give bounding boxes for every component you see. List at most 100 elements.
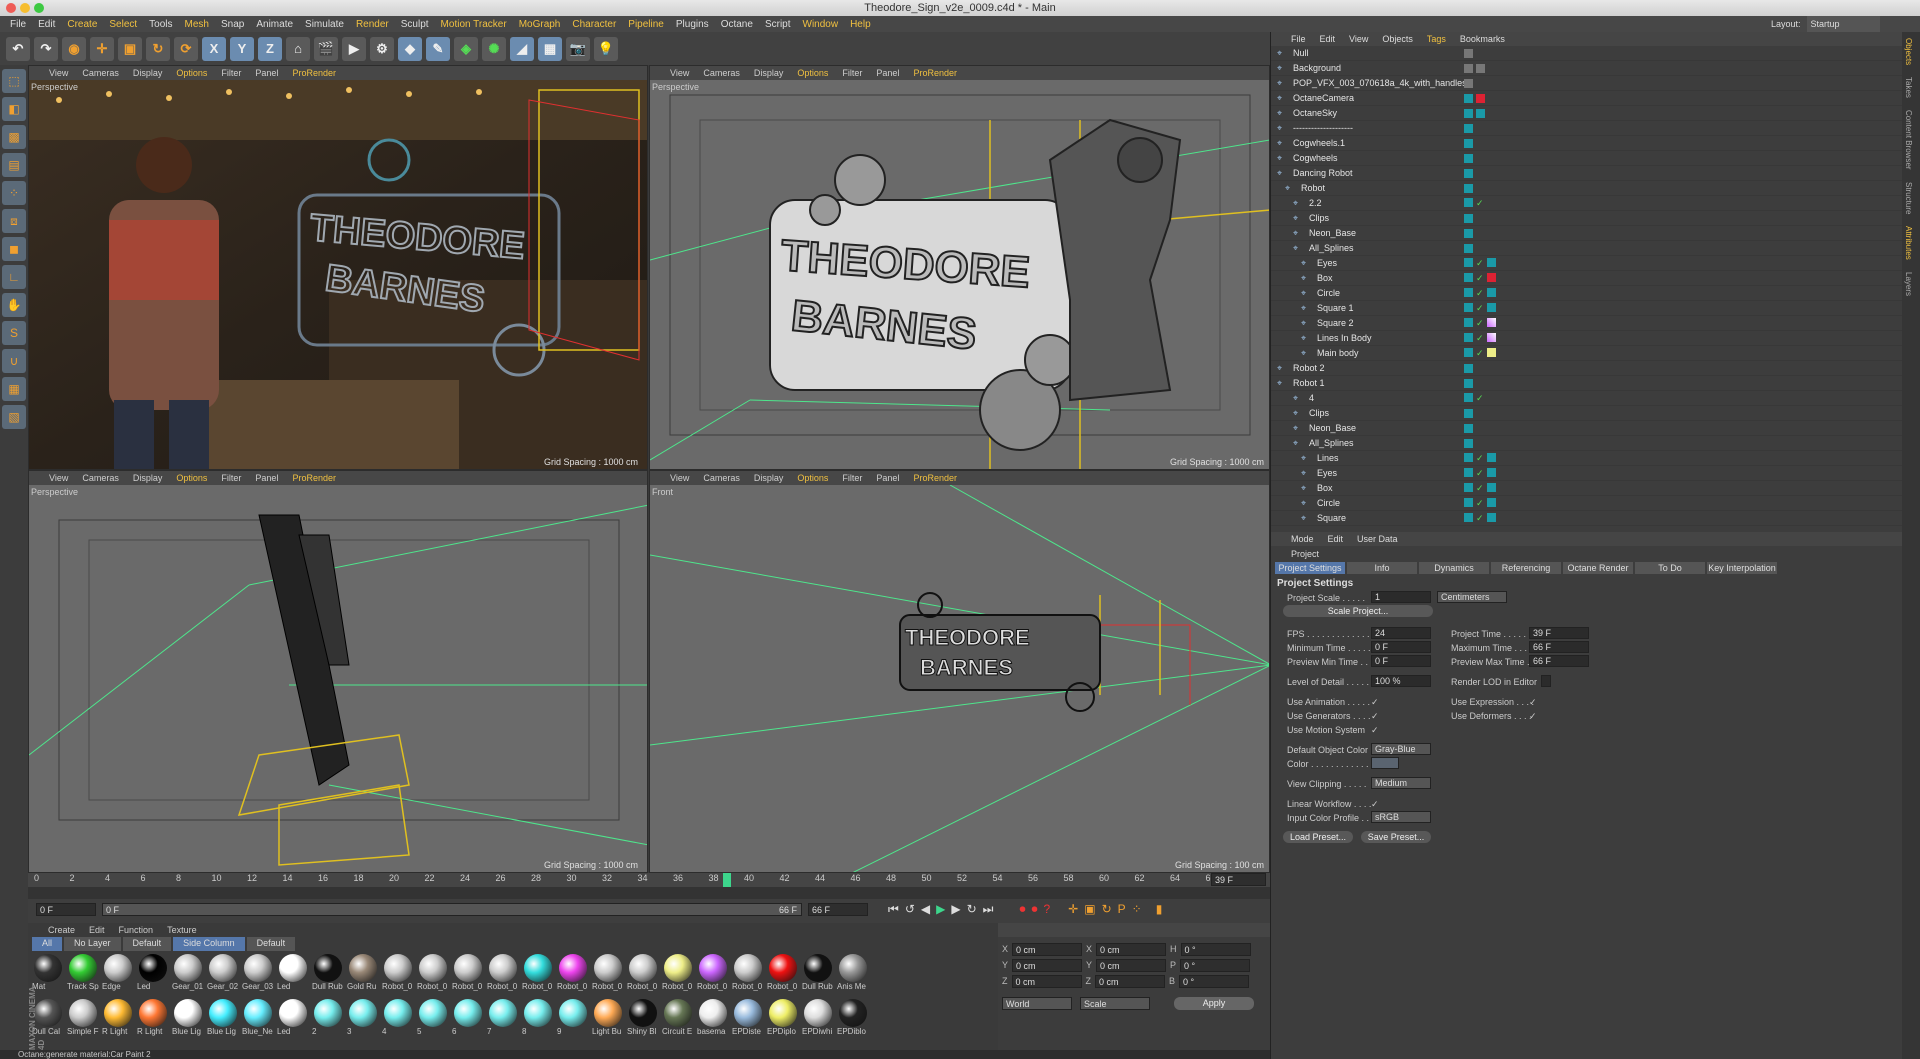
material-swatch[interactable]: Robot_0 <box>732 954 764 996</box>
object-menu-bookmarks[interactable]: Bookmarks <box>1460 34 1505 44</box>
check-icon[interactable]: ✓ <box>1476 258 1484 269</box>
object-row[interactable]: ⌖ Eyes ✓ <box>1271 466 1902 481</box>
viewport-bottom-right[interactable]: View Cameras Display Options Filter Panel ProR… <box>649 470 1270 873</box>
object-row[interactable]: ⌖ -------------------- <box>1271 121 1902 136</box>
key-scale-icon[interactable]: ▣ <box>1084 902 1095 917</box>
object-name[interactable]: All_Splines <box>1309 438 1354 448</box>
menu-plugins[interactable]: Plugins <box>670 19 715 30</box>
menu-character[interactable]: Character <box>566 19 622 30</box>
menu-mesh[interactable]: Mesh <box>179 19 215 30</box>
object-name[interactable]: Robot 2 <box>1293 363 1325 373</box>
object-row[interactable]: ⌖ Square ✓ <box>1271 511 1902 526</box>
object-name[interactable]: -------------------- <box>1293 123 1353 133</box>
prev-key-icon[interactable]: ↺ <box>905 902 915 917</box>
material-swatch[interactable]: Robot_0 <box>767 954 799 996</box>
viewport-menu-prorender[interactable]: ProRender <box>292 473 336 483</box>
coord-input[interactable]: 0 cm <box>1096 958 1167 972</box>
viewport-menu-display[interactable]: Display <box>133 473 163 483</box>
check-icon[interactable]: ✓ <box>1476 198 1484 209</box>
visibility-tag[interactable] <box>1464 408 1473 418</box>
check-icon[interactable]: ✓ <box>1476 288 1484 299</box>
apply-button[interactable]: Apply <box>1174 997 1254 1010</box>
coord-input[interactable]: 0 cm <box>1012 942 1083 956</box>
visibility-tag[interactable] <box>1486 302 1496 312</box>
material-tab[interactable]: Default <box>246 937 296 951</box>
material-menu-texture[interactable]: Texture <box>167 925 197 935</box>
floor-icon[interactable]: ▦ <box>538 36 562 61</box>
object-name[interactable]: Neon_Base <box>1309 228 1356 238</box>
visibility-tag[interactable] <box>1464 243 1473 253</box>
minimize-window-button[interactable] <box>20 3 30 13</box>
object-row[interactable]: ⌖ Background <box>1271 61 1902 76</box>
visibility-tag[interactable] <box>1464 332 1473 342</box>
visibility-tag[interactable] <box>1464 93 1473 103</box>
material-swatch[interactable]: Gear_03 <box>242 954 274 996</box>
material-menu-edit[interactable]: Edit <box>89 925 105 935</box>
viewport-menu-view[interactable]: View <box>670 473 689 483</box>
coord-input[interactable]: 0 cm <box>1012 958 1083 972</box>
go-to-start-icon[interactable]: ⏮ <box>888 902 899 917</box>
material-swatch[interactable]: Robot_0 <box>382 954 414 996</box>
visibility-tag[interactable] <box>1486 482 1496 492</box>
coord-mode-select[interactable]: Scale <box>1080 997 1150 1010</box>
visibility-tag[interactable] <box>1464 378 1473 388</box>
undo-button[interactable]: ↶ <box>6 36 30 61</box>
viewport-menu-filter[interactable]: Filter <box>842 473 862 483</box>
viewport-menu-panel[interactable]: Panel <box>876 473 899 483</box>
menu-tools[interactable]: Tools <box>143 19 178 30</box>
camera-tag-icon[interactable] <box>1486 272 1496 282</box>
close-window-button[interactable] <box>6 3 16 13</box>
lod-input[interactable]: 100 % <box>1371 675 1431 687</box>
menu-render[interactable]: Render <box>350 19 395 30</box>
object-name[interactable]: Square 1 <box>1317 303 1354 313</box>
visibility-tag[interactable] <box>1464 423 1473 433</box>
object-row[interactable]: ⌖ Box ✓ <box>1271 271 1902 286</box>
sky-tag-icon[interactable] <box>1476 108 1485 118</box>
material-swatch[interactable]: Blue Lig <box>172 999 204 1041</box>
use-motion-checkbox[interactable]: ✓ <box>1371 725 1379 736</box>
preview-range-slider[interactable]: 0 F 66 F <box>102 902 802 916</box>
viewport-menu-prorender[interactable]: ProRender <box>913 68 957 78</box>
check-icon[interactable]: ✓ <box>1476 273 1484 284</box>
viewport-menu-filter[interactable]: Filter <box>221 68 241 78</box>
linear-workflow-checkbox[interactable]: ✓ <box>1371 799 1379 810</box>
object-name[interactable]: Box <box>1317 483 1333 493</box>
visibility-tag[interactable] <box>1464 183 1473 193</box>
visibility-tag[interactable] <box>1464 287 1473 297</box>
redo-button[interactable]: ↷ <box>34 36 58 61</box>
object-row[interactable]: ⌖ OctaneCamera <box>1271 91 1902 106</box>
use-animation-checkbox[interactable]: ✓ <box>1371 697 1379 708</box>
side-tab-content-browser[interactable]: Content Browser <box>1902 104 1915 176</box>
object-row[interactable]: ⌖ Clips <box>1271 211 1902 226</box>
attribute-tab[interactable]: Info <box>1347 562 1417 574</box>
visibility-tag[interactable] <box>1464 257 1473 267</box>
viewport-menu-prorender[interactable]: ProRender <box>292 68 336 78</box>
grid-icon[interactable]: ▦ <box>2 377 26 401</box>
viewport-top-right[interactable]: View Cameras Display Options Filter Panel ProR… <box>649 65 1270 470</box>
attribute-tab[interactable]: Octane Render <box>1563 562 1633 574</box>
viewport-camera-name[interactable]: Front <box>652 487 673 497</box>
viewport-menu-options[interactable]: Options <box>176 68 207 78</box>
object-row[interactable]: ⌖ 2.2 ✓ <box>1271 196 1902 211</box>
axis-mode-icon[interactable]: ∟ <box>2 265 26 289</box>
timeline-ruler[interactable]: 0 2 4 6 8 10 12 14 16 18 20 22 24 26 28 30 32 34 36 38 40 42 4… <box>28 873 1270 887</box>
object-row[interactable]: ⌖ Robot 2 <box>1271 361 1902 376</box>
visibility-tag[interactable] <box>1486 512 1496 522</box>
side-tab-structure[interactable]: Structure <box>1902 176 1915 220</box>
input-profile-select[interactable]: sRGB <box>1371 811 1431 823</box>
material-swatch[interactable]: Blue_Ne <box>242 999 274 1041</box>
viewport-canvas[interactable]: THEODORE BARNES Grid Spacing : 100 cm <box>650 485 1270 873</box>
material-swatch[interactable]: Robot_0 <box>452 954 484 996</box>
subdivision-icon[interactable]: ◈ <box>454 36 478 61</box>
object-name[interactable]: Null <box>1293 48 1309 58</box>
deformer-icon[interactable]: ◢ <box>510 36 534 61</box>
timeline-playhead[interactable] <box>723 873 731 887</box>
material-swatch[interactable]: Shiny Bl <box>627 999 659 1041</box>
camera-tag-icon[interactable] <box>1476 93 1485 103</box>
object-name[interactable]: Lines In Body <box>1317 333 1372 343</box>
attribute-menu-mode[interactable]: Mode <box>1291 534 1314 544</box>
viewport-menu-view[interactable]: View <box>49 473 68 483</box>
object-row[interactable]: ⌖ 4 ✓ <box>1271 391 1902 406</box>
max-time-input[interactable]: 66 F <box>1529 641 1589 653</box>
object-name[interactable]: Box <box>1317 273 1333 283</box>
